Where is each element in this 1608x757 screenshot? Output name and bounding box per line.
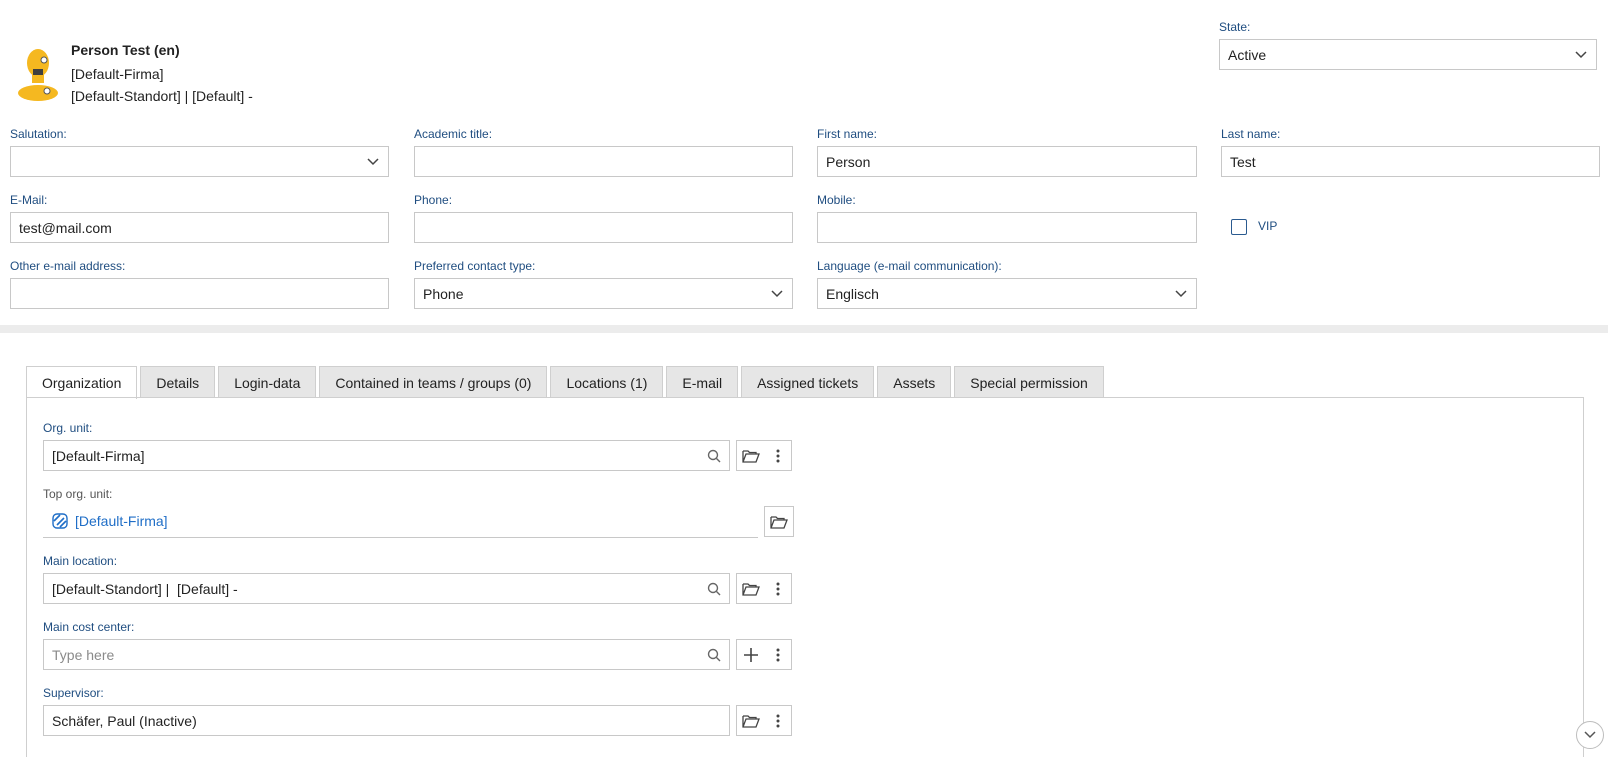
main-cost-center-placeholder: Type here: [52, 646, 115, 663]
chevron-down-icon: [366, 155, 380, 169]
org-unit-label: Org. unit:: [43, 421, 93, 435]
state-select[interactable]: Active: [1219, 39, 1597, 70]
top-org-unit-label: Top org. unit:: [43, 487, 113, 501]
mobile-label: Mobile:: [817, 193, 856, 207]
scroll-down-icon[interactable]: [1576, 721, 1604, 749]
last-name-value: Test: [1230, 153, 1256, 170]
language-label: Language (e-mail communication):: [817, 259, 1002, 273]
academic-title-label: Academic title:: [414, 127, 493, 141]
vip-label: VIP: [1258, 219, 1278, 233]
org-link-icon: [51, 512, 69, 530]
phone-label: Phone:: [414, 193, 453, 207]
folder-open-icon[interactable]: [737, 441, 764, 470]
supervisor-input[interactable]: Schäfer, Paul (Inactive): [43, 705, 730, 736]
chevron-down-icon: [770, 287, 784, 301]
tab-assets[interactable]: Assets: [877, 366, 952, 398]
person-avatar-icon: [16, 47, 60, 101]
org-unit-value: [Default-Firma]: [52, 447, 145, 464]
state-label: State:: [1219, 20, 1251, 34]
last-name-label: Last name:: [1221, 127, 1281, 141]
supervisor-label: Supervisor:: [43, 686, 104, 700]
first-name-value: Person: [826, 153, 871, 170]
main-location-value: [Default-Standort] | [Default] -: [52, 580, 238, 597]
person-name: Person Test (en): [71, 42, 180, 58]
mobile-input[interactable]: [817, 212, 1197, 243]
other-email-label: Other e-mail address:: [10, 259, 126, 273]
folder-open-icon[interactable]: [765, 507, 793, 536]
language-value: Englisch: [826, 285, 879, 302]
search-icon[interactable]: [707, 648, 721, 662]
search-icon[interactable]: [707, 582, 721, 596]
supervisor-value: Schäfer, Paul (Inactive): [52, 712, 197, 729]
main-cost-center-label: Main cost center:: [43, 620, 135, 634]
org-unit-input[interactable]: [Default-Firma]: [43, 440, 730, 471]
person-location: [Default-Standort] | [Default] -: [71, 88, 253, 104]
last-name-input[interactable]: Test: [1221, 146, 1600, 177]
first-name-input[interactable]: Person: [817, 146, 1197, 177]
more-vertical-icon[interactable]: [764, 640, 791, 669]
tab-details[interactable]: Details: [140, 366, 216, 398]
folder-open-icon[interactable]: [737, 574, 764, 603]
phone-input[interactable]: [414, 212, 793, 243]
vip-checkbox[interactable]: [1231, 219, 1247, 235]
org-unit-actions: [736, 440, 792, 471]
more-vertical-icon[interactable]: [764, 574, 791, 603]
preferred-contact-value: Phone: [423, 285, 464, 302]
tab-email[interactable]: E-mail: [666, 366, 739, 398]
section-separator: [0, 325, 1608, 333]
plus-icon[interactable]: [737, 640, 764, 669]
chevron-down-icon: [1574, 48, 1588, 62]
more-vertical-icon[interactable]: [764, 706, 791, 735]
supervisor-actions: [736, 705, 792, 736]
email-value: test@mail.com: [19, 219, 112, 236]
top-org-unit-link[interactable]: [Default-Firma]: [75, 513, 168, 529]
academic-title-input[interactable]: [414, 146, 793, 177]
salutation-select[interactable]: [10, 146, 389, 177]
chevron-down-icon: [1174, 287, 1188, 301]
top-org-unit-display: [Default-Firma]: [43, 505, 758, 538]
main-location-actions: [736, 573, 792, 604]
tab-locations[interactable]: Locations (1): [550, 366, 664, 398]
first-name-label: First name:: [817, 127, 878, 141]
language-select[interactable]: Englisch: [817, 278, 1197, 309]
tab-special-permission[interactable]: Special permission: [954, 366, 1104, 398]
other-email-input[interactable]: [10, 278, 389, 309]
more-vertical-icon[interactable]: [764, 441, 791, 470]
tab-login-data[interactable]: Login-data: [218, 366, 317, 398]
top-org-unit-actions: [764, 506, 794, 537]
folder-open-icon[interactable]: [737, 706, 764, 735]
preferred-contact-label: Preferred contact type:: [414, 259, 536, 273]
tab-teams-groups[interactable]: Contained in teams / groups (0): [319, 366, 548, 398]
tab-bar: Organization Details Login-data Containe…: [26, 366, 1107, 399]
main-cost-center-input[interactable]: Type here: [43, 639, 730, 670]
email-input[interactable]: test@mail.com: [10, 212, 389, 243]
tab-organization[interactable]: Organization: [26, 366, 138, 399]
main-location-input[interactable]: [Default-Standort] | [Default] -: [43, 573, 730, 604]
state-value: Active: [1228, 46, 1267, 63]
preferred-contact-select[interactable]: Phone: [414, 278, 793, 309]
email-label: E-Mail:: [10, 193, 48, 207]
main-location-label: Main location:: [43, 554, 118, 568]
search-icon[interactable]: [707, 449, 721, 463]
salutation-label: Salutation:: [10, 127, 67, 141]
person-company: [Default-Firma]: [71, 66, 164, 82]
main-cost-center-actions: [736, 639, 792, 670]
tab-assigned-tickets[interactable]: Assigned tickets: [741, 366, 875, 398]
